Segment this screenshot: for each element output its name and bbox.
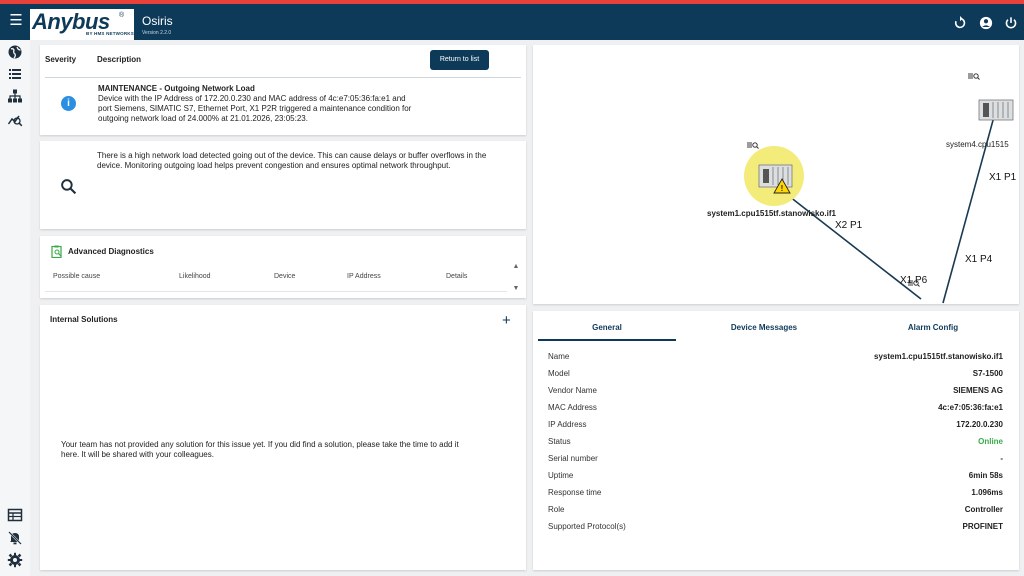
prop-key: Uptime bbox=[548, 471, 574, 480]
table-icon[interactable] bbox=[7, 507, 23, 523]
device-icon[interactable] bbox=[978, 99, 1014, 121]
status-value: Online bbox=[978, 437, 1003, 446]
prop-value: SIEMENS AG bbox=[953, 386, 1003, 395]
top-bar: ☰ Anybus ® BY HMS NETWORKS Osiris Versio… bbox=[0, 4, 1024, 40]
settings-icon[interactable] bbox=[7, 552, 23, 568]
zoom-icon[interactable] bbox=[747, 142, 759, 149]
event-title: MAINTENANCE - Outgoing Network Load bbox=[98, 84, 255, 93]
tab-alarm-config[interactable]: Alarm Config bbox=[864, 323, 1002, 332]
restart-icon[interactable] bbox=[953, 16, 967, 30]
port-label: X1 P1 bbox=[989, 172, 1017, 183]
prop-value: PROFINET bbox=[962, 522, 1003, 531]
event-line-1: Device with the IP Address of 172.20.0.2… bbox=[98, 94, 406, 103]
properties-card bbox=[533, 311, 1019, 570]
description-header: Description bbox=[97, 55, 142, 64]
solutions-line-1: Your team has not provided any solution … bbox=[61, 440, 459, 449]
prop-key: Supported Protocol(s) bbox=[548, 522, 626, 531]
prop-key: Serial number bbox=[548, 454, 598, 463]
alarm-off-icon[interactable] bbox=[7, 530, 23, 546]
svg-text:!: ! bbox=[781, 184, 784, 193]
logo: Anybus ® BY HMS NETWORKS bbox=[30, 9, 134, 40]
port-label: X1 P4 bbox=[965, 254, 993, 265]
col-ip-address[interactable]: IP Address bbox=[347, 273, 381, 280]
analytics-icon[interactable] bbox=[7, 111, 23, 127]
event-line-3: outgoing network load of 24.000% at 21.0… bbox=[98, 114, 308, 123]
tab-device-messages[interactable]: Device Messages bbox=[695, 323, 833, 332]
menu-icon[interactable]: ☰ bbox=[8, 13, 24, 29]
prop-value: 4c:e7:05:36:fa:e1 bbox=[938, 403, 1003, 412]
prop-key: Model bbox=[548, 369, 570, 378]
prop-key: MAC Address bbox=[548, 403, 597, 412]
solutions-line-2: here. It will be shared with your collea… bbox=[61, 450, 214, 459]
tab-general[interactable]: General bbox=[538, 323, 676, 332]
device-icon[interactable] bbox=[758, 164, 793, 188]
prop-value: 6min 58s bbox=[968, 471, 1003, 480]
prop-value: Controller bbox=[964, 505, 1003, 514]
diagnostics-title: Advanced Diagnostics bbox=[68, 247, 154, 256]
power-icon[interactable] bbox=[1004, 16, 1018, 30]
diagnostics-icon bbox=[51, 245, 62, 258]
info-icon: i bbox=[61, 96, 76, 111]
device-label[interactable]: system1.cpu1515tf.stanowisko.if1 bbox=[707, 209, 836, 218]
sidebar bbox=[0, 40, 30, 576]
prop-value: 1.096ms bbox=[971, 488, 1003, 497]
device-label[interactable]: system4.cpu1515 bbox=[946, 140, 1009, 149]
prop-value: - bbox=[1000, 454, 1003, 463]
prop-key: Name bbox=[548, 352, 570, 361]
add-solution-button[interactable]: + bbox=[502, 313, 511, 328]
insight-line-1: There is a high network load detected go… bbox=[97, 151, 487, 160]
event-line-2: port Siemens, SIMATIC S7, Ethernet Port,… bbox=[98, 104, 412, 113]
return-to-list-button[interactable]: Return to list bbox=[430, 50, 489, 70]
topology-card: ! system1.cpu1515tf.stanowisko.if1 syste… bbox=[533, 45, 1019, 304]
active-tab-indicator bbox=[538, 339, 676, 341]
port-label: X2 P1 bbox=[835, 220, 863, 231]
solutions-title: Internal Solutions bbox=[50, 315, 118, 324]
col-details[interactable]: Details bbox=[446, 273, 467, 280]
scroll-down-icon[interactable]: ▼ bbox=[512, 285, 520, 292]
search-icon bbox=[61, 179, 77, 195]
col-possible-cause[interactable]: Possible cause bbox=[53, 273, 100, 280]
globe-icon[interactable] bbox=[7, 44, 23, 60]
insight-line-2: device. Monitoring outgoing load helps p… bbox=[97, 161, 451, 170]
col-likelihood[interactable]: Likelihood bbox=[179, 273, 211, 280]
prop-key: Status bbox=[548, 437, 571, 446]
divider bbox=[45, 77, 521, 78]
topology-canvas[interactable]: ! bbox=[533, 45, 1019, 304]
port-label: X1 P6 bbox=[900, 275, 928, 286]
app-title: Osiris bbox=[142, 14, 173, 28]
prop-value: S7-1500 bbox=[972, 369, 1003, 378]
col-device[interactable]: Device bbox=[274, 273, 295, 280]
zoom-icon[interactable] bbox=[968, 73, 980, 80]
list-icon[interactable] bbox=[7, 66, 23, 82]
prop-key: Response time bbox=[548, 488, 602, 497]
app-version: Version 2.2.0 bbox=[142, 30, 172, 36]
scroll-up-icon[interactable]: ▲ bbox=[512, 263, 520, 270]
logo-registered: ® bbox=[119, 12, 125, 19]
prop-key: IP Address bbox=[548, 420, 587, 429]
hierarchy-icon[interactable] bbox=[7, 88, 23, 104]
solutions-card bbox=[40, 305, 526, 570]
prop-key: Role bbox=[548, 505, 565, 514]
prop-value: system1.cpu1515tf.stanowisko.if1 bbox=[874, 352, 1003, 361]
severity-header: Severity bbox=[45, 55, 77, 64]
diagnostics-card bbox=[40, 236, 526, 298]
logo-subtitle: BY HMS NETWORKS bbox=[86, 31, 134, 36]
prop-key: Vendor Name bbox=[548, 386, 597, 395]
prop-value: 172.20.0.230 bbox=[956, 420, 1003, 429]
divider bbox=[45, 291, 507, 292]
account-icon[interactable] bbox=[979, 16, 993, 30]
